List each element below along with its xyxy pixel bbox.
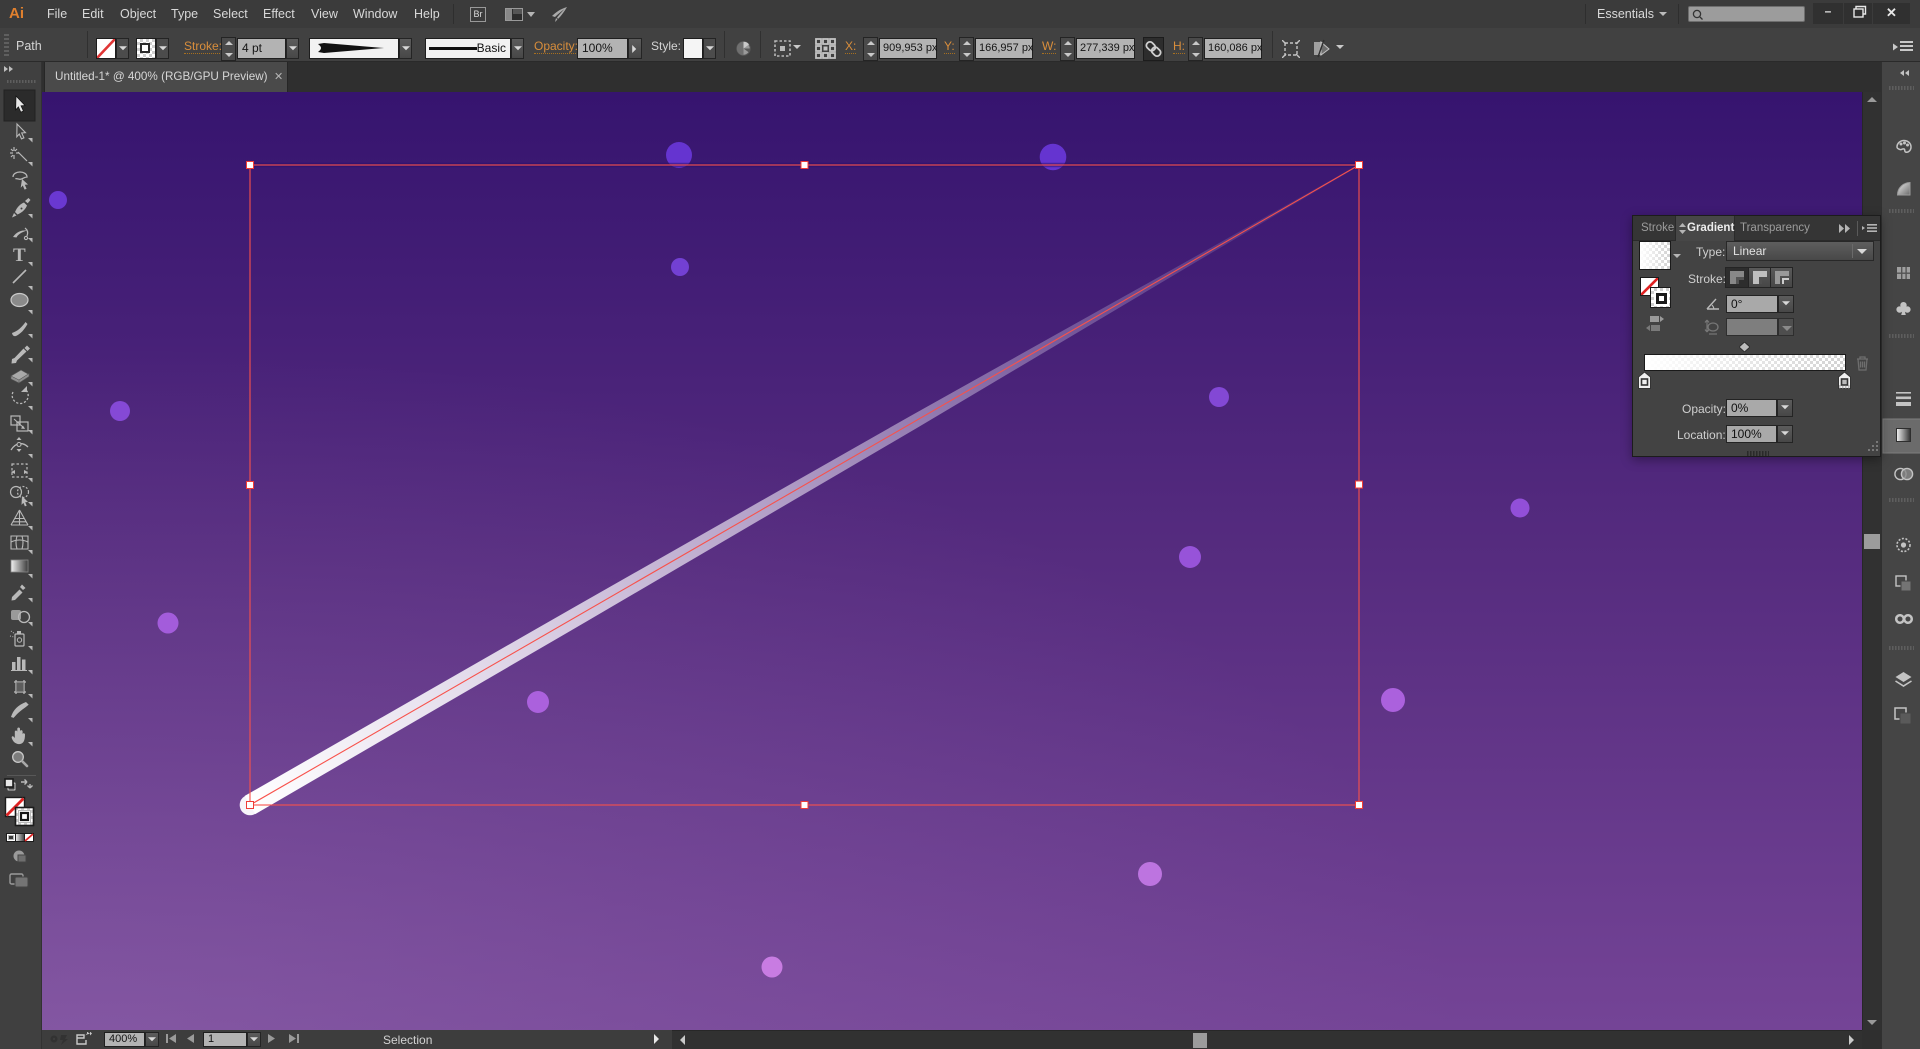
svg-text:T: T — [13, 245, 26, 266]
